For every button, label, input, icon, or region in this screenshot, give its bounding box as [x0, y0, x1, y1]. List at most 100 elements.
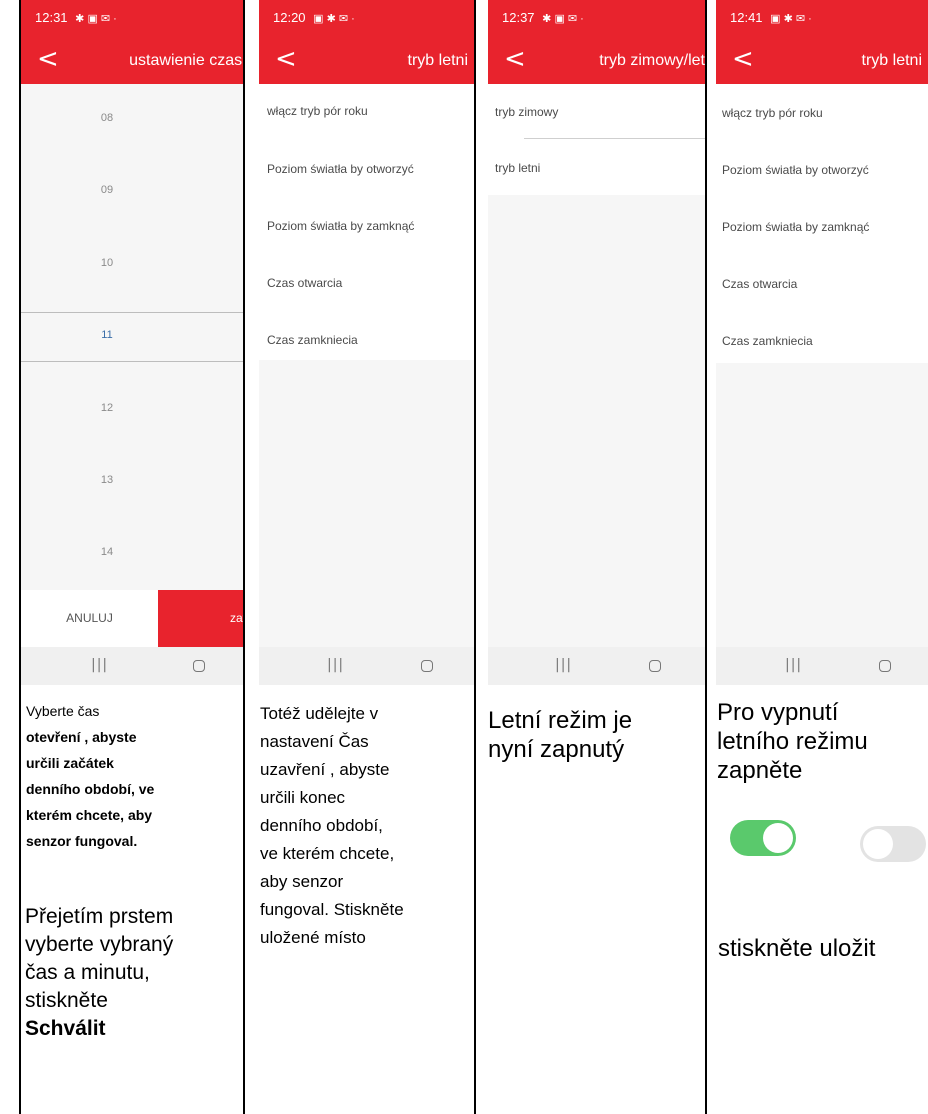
grid-divider-1: [243, 0, 245, 1114]
caption-line-bold: kterém chcete, aby: [26, 807, 153, 823]
menu-item[interactable]: Czas otwarcia: [716, 255, 928, 312]
picker-item[interactable]: 12: [21, 402, 243, 414]
caption-line: čas a minutu,: [25, 961, 150, 984]
recent-apps-icon[interactable]: |||: [555, 657, 572, 673]
dialog-buttons: ANULUJ zat: [21, 590, 243, 647]
caption-line: Přejetím prstem: [25, 905, 174, 928]
caption-line: letního režimu: [717, 728, 868, 755]
screen-title: ustawienie czasu: [129, 52, 243, 69]
menu-item[interactable]: Poziom światła by otworzyć: [259, 141, 474, 198]
confirm-button[interactable]: zat: [158, 590, 243, 647]
caption-line: uložené místo: [260, 928, 366, 947]
menu-item[interactable]: Czas zamkniecia: [716, 312, 928, 363]
menu-item[interactable]: włącz tryb pór roku: [716, 84, 928, 141]
caption-line: aby senzor: [260, 872, 344, 891]
panel-3: 12:37 ✱ ▣ ✉ · < tryb zimowy/let tryb zim…: [488, 0, 705, 1114]
hour-picker[interactable]: 08 09 10 11 12 13 14: [21, 84, 243, 590]
back-arrow-icon[interactable]: <: [275, 44, 297, 74]
status-bar: 12:20 ▣ ✱ ✉ ·: [259, 0, 474, 38]
screen-title: tryb zimowy/let: [599, 52, 705, 69]
toggle-switch-on[interactable]: [730, 820, 796, 856]
caption-text-2: stiskněte uložit: [718, 935, 876, 962]
divider: [524, 138, 705, 139]
panel-2: 12:20 ▣ ✱ ✉ · < tryb letni włącz tryb pó…: [259, 0, 474, 1114]
recent-apps-icon[interactable]: |||: [91, 657, 108, 673]
phone-screen-3: 12:37 ✱ ▣ ✉ · < tryb zimowy/let tryb zim…: [488, 0, 705, 685]
home-icon[interactable]: [193, 660, 205, 672]
recent-apps-icon[interactable]: |||: [327, 657, 344, 673]
settings-menu: włącz tryb pór roku Poziom światła by ot…: [716, 84, 928, 363]
status-bar: 12:41 ▣ ✱ ✉ ·: [716, 0, 928, 38]
panel-1: 12:31 ✱ ▣ ✉ · < ustawienie czasu 08 09 1…: [21, 0, 243, 1114]
picker-item[interactable]: 09: [21, 184, 243, 196]
caption-line: vyberte vybraný: [25, 933, 174, 956]
app-bar: < tryb zimowy/let: [488, 38, 705, 84]
android-nav-bar: |||: [488, 647, 705, 685]
app-bar: < tryb letni: [259, 38, 474, 84]
menu-item[interactable]: Poziom światła by zamknąć: [716, 198, 928, 255]
caption-text-2: Přejetím prstem vyberte vybraný čas a mi…: [25, 903, 241, 1043]
home-icon[interactable]: [879, 660, 891, 672]
home-icon[interactable]: [649, 660, 661, 672]
back-arrow-icon[interactable]: <: [37, 44, 59, 74]
android-nav-bar: |||: [716, 647, 928, 685]
caption-line-bold: senzor fungoval.: [26, 833, 138, 849]
phone-screen-1: 12:31 ✱ ▣ ✉ · < ustawienie czasu 08 09 1…: [21, 0, 243, 685]
status-bar: 12:37 ✱ ▣ ✉ ·: [488, 0, 705, 38]
phone-screen-4: 12:41 ▣ ✱ ✉ · < tryb letni włącz tryb pó…: [716, 0, 928, 685]
toggle-knob: [863, 829, 893, 859]
grid-divider-2: [474, 0, 476, 1114]
settings-menu: włącz tryb pór roku Poziom światła by ot…: [259, 84, 474, 360]
screen-title: tryb letni: [407, 52, 468, 69]
caption-line: denního období,: [260, 816, 383, 835]
caption-line: stiskněte: [25, 989, 108, 1012]
status-time: 12:20: [273, 10, 306, 25]
back-arrow-icon[interactable]: <: [504, 44, 526, 74]
status-time: 12:37: [502, 10, 535, 25]
menu-item[interactable]: włącz tryb pór roku: [259, 84, 474, 141]
caption-line: určili konec: [260, 788, 346, 807]
app-bar: < tryb letni: [716, 38, 928, 84]
recent-apps-icon[interactable]: |||: [785, 657, 802, 673]
caption-line: Pro vypnutí: [717, 699, 839, 726]
menu-item[interactable]: tryb letni: [488, 139, 705, 195]
back-arrow-icon[interactable]: <: [732, 44, 754, 74]
settings-menu: tryb zimowy tryb letni: [488, 84, 705, 195]
caption-line: zapněte: [717, 757, 803, 784]
status-icons: ✱ ▣ ✉ ·: [542, 13, 584, 25]
status-icons: ▣ ✱ ✉ ·: [770, 13, 812, 25]
android-nav-bar: |||: [259, 647, 474, 685]
picker-item-selected[interactable]: 11: [21, 329, 243, 341]
caption-line: fungoval. Stiskněte: [260, 900, 404, 919]
cancel-button[interactable]: ANULUJ: [21, 590, 158, 647]
status-icons: ▣ ✱ ✉ ·: [313, 13, 355, 25]
picker-item[interactable]: 13: [21, 474, 243, 486]
picker-item[interactable]: 08: [21, 112, 243, 124]
caption-text: Totéž udělejte v nastavení Čas uzavření …: [260, 700, 474, 952]
menu-item[interactable]: Czas otwarcia: [259, 255, 474, 312]
picker-item[interactable]: 14: [21, 546, 243, 558]
menu-item[interactable]: Poziom światła by zamknąć: [259, 198, 474, 255]
menu-item[interactable]: Poziom światła by otworzyć: [716, 141, 928, 198]
caption-text: Vyberte čas otevření , abyste určili zač…: [26, 698, 241, 854]
menu-item[interactable]: tryb zimowy: [488, 84, 705, 139]
app-bar: < ustawienie czasu: [21, 38, 243, 84]
home-icon[interactable]: [421, 660, 433, 672]
caption-line-bold: otevření , abyste: [26, 729, 137, 745]
android-nav-bar: |||: [21, 647, 243, 685]
screen-title: tryb letni: [861, 52, 922, 69]
caption-line: ve kterém chcete,: [260, 844, 395, 863]
status-bar: 12:31 ✱ ▣ ✉ ·: [21, 0, 243, 38]
status-time: 12:31: [35, 10, 68, 25]
caption-line: Vyberte čas: [26, 703, 100, 719]
caption-text: Letní režim je nyní zapnutý: [488, 706, 705, 764]
status-time: 12:41: [730, 10, 763, 25]
caption-line-bold: určili začátek: [26, 755, 114, 771]
picker-item[interactable]: 10: [21, 257, 243, 269]
menu-item[interactable]: Czas zamkniecia: [259, 312, 474, 360]
toggle-switch-off[interactable]: [860, 826, 926, 862]
grid-divider-3: [705, 0, 707, 1114]
selection-line-top: [21, 312, 243, 313]
status-icons: ✱ ▣ ✉ ·: [75, 13, 117, 25]
caption-line: Totéž udělejte v: [260, 704, 379, 723]
